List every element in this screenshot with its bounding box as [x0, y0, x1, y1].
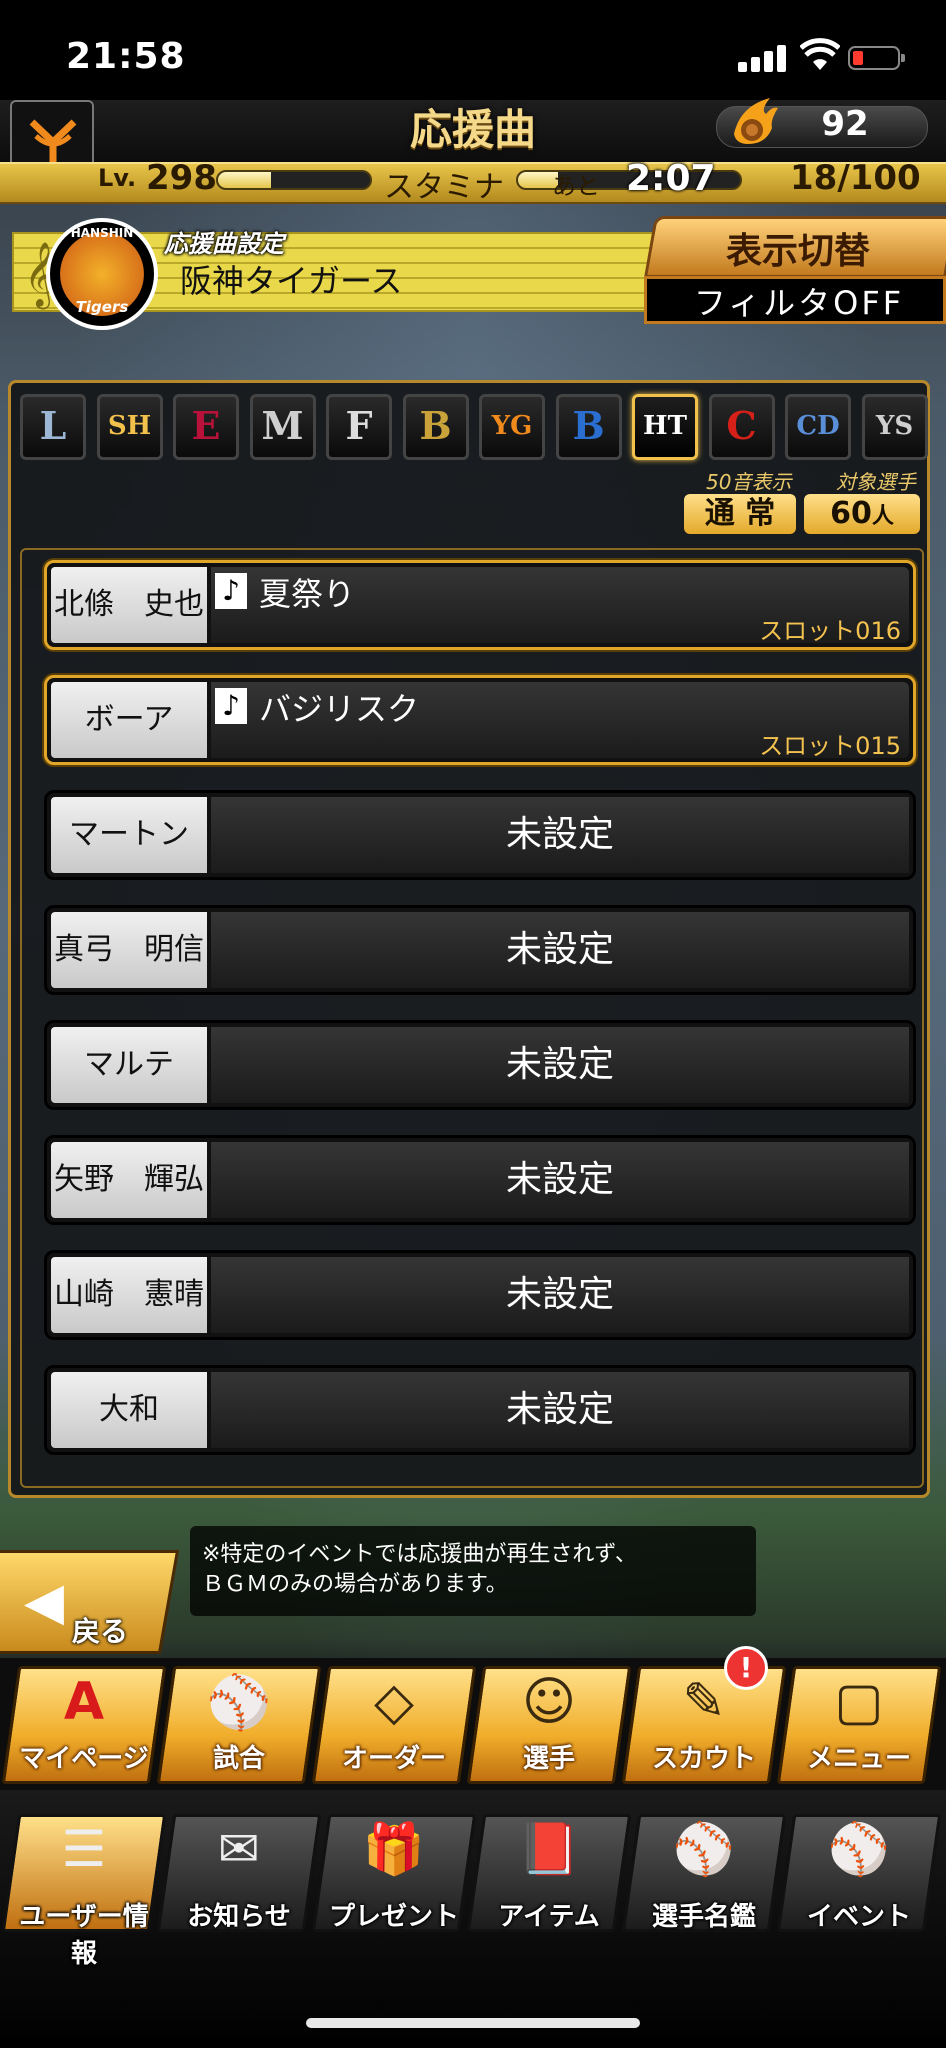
items-icon: 📕: [517, 1820, 581, 1878]
team-tab-carp[interactable]: C: [708, 394, 775, 460]
target-label: 対象選手: [836, 470, 916, 494]
team-name: 阪神タイガース: [180, 262, 403, 300]
player-name: 大和: [51, 1372, 207, 1448]
music-note-icon: ♪: [215, 573, 247, 609]
home-indicator[interactable]: [306, 2018, 640, 2028]
team-tab-tigers[interactable]: HT: [632, 394, 698, 460]
back-label: 戻る: [72, 1615, 129, 1648]
team-tab-eagles[interactable]: E: [173, 394, 239, 460]
display-switch-button[interactable]: 表示切替 フィルタOFF: [644, 216, 946, 326]
stamina-label: スタミナ: [384, 170, 504, 205]
player-name: ボーア: [51, 682, 207, 758]
menu-event-label: イベント: [806, 1902, 911, 1932]
menu-mypage-label: マイページ: [19, 1744, 149, 1774]
player-row[interactable]: 真弓 明信 未設定: [44, 905, 916, 995]
song-title: 夏祭り: [259, 575, 356, 613]
song-slot: スロット016: [759, 617, 901, 645]
recovery-timer: 2:07: [626, 158, 716, 199]
player-row[interactable]: ボーア ♪ バジリスクスロット015: [44, 675, 916, 765]
menu-players-label: 選手: [522, 1744, 575, 1774]
mypage-icon: A: [63, 1672, 105, 1732]
display-switch-label: 表示切替: [725, 231, 870, 272]
player-row[interactable]: マートン 未設定: [44, 790, 916, 880]
team-tab-marines[interactable]: M: [249, 394, 316, 460]
menu-player-book-label: 選手名鑑: [651, 1902, 756, 1932]
team-tab-baystars[interactable]: B: [555, 394, 622, 460]
event-icon: ⚾: [827, 1820, 891, 1878]
menu-scout-label: スカウト: [651, 1744, 756, 1774]
target-count-chip[interactable]: 60人: [804, 494, 920, 534]
menu-icon: ▢: [834, 1672, 884, 1732]
sort-toggle-button[interactable]: 通 常: [684, 494, 796, 534]
scout-alert-badge: !: [724, 1646, 768, 1690]
unset-status: 未設定: [211, 1372, 909, 1448]
team-tab-dragons[interactable]: CD: [785, 394, 851, 460]
stamina-count: 18/100: [790, 158, 921, 198]
match-icon: ⚾: [206, 1673, 272, 1733]
team-tab-fighters[interactable]: F: [326, 394, 392, 460]
back-button[interactable]: ◀ 戻る: [0, 1550, 180, 1658]
music-note-icon: ♪: [215, 688, 247, 724]
team-tab-giants[interactable]: YG: [479, 394, 545, 460]
player-name: マートン: [51, 797, 207, 873]
battery-icon: [848, 46, 905, 70]
exp-gauge: [216, 170, 372, 190]
player-row[interactable]: 大和 未設定: [44, 1365, 916, 1455]
player-name: 北條 史也: [51, 567, 207, 643]
order-icon: ◇: [374, 1672, 414, 1732]
team-tab-lions[interactable]: L: [20, 394, 86, 460]
menu-items-label: アイテム: [498, 1902, 600, 1932]
players-icon: ☺: [521, 1672, 577, 1732]
menu-menu-label: メニュー: [806, 1744, 911, 1774]
notice-box: ※特定のイベントでは応援曲が再生されず、 ＢＧＭのみの場合があります。: [190, 1526, 756, 1616]
menu-order-label: オーダー: [341, 1744, 446, 1774]
filter-status: フィルタOFF: [693, 284, 905, 322]
song-slot: スロット015: [759, 732, 901, 760]
recovery-label: あと: [552, 172, 600, 200]
notice-line-2: ＢＧＭのみの場合があります。: [202, 1572, 508, 1597]
unset-status: 未設定: [211, 912, 909, 988]
player-name: マルテ: [51, 1027, 207, 1103]
notice-line-1: ※特定のイベントでは応援曲が再生されず、: [202, 1542, 637, 1567]
wifi-icon: [800, 38, 840, 70]
present-icon: 🎁: [362, 1820, 426, 1878]
player-book-icon: ⚾: [672, 1820, 736, 1878]
team-tab-swallows[interactable]: YS: [861, 394, 928, 460]
signal-icon: [738, 44, 788, 72]
team-tab-buffaloes[interactable]: B: [402, 394, 469, 460]
level-label: Lv.: [98, 164, 137, 192]
unset-status: 未設定: [211, 1257, 909, 1333]
unset-status: 未設定: [211, 1142, 909, 1218]
team-tab-hawks[interactable]: SH: [96, 394, 163, 460]
player-name: 矢野 輝弘: [51, 1142, 207, 1218]
notices-icon: ✉: [218, 1820, 260, 1878]
player-row[interactable]: 山崎 憲晴 未設定: [44, 1250, 916, 1340]
menu-present-label: プレゼント: [328, 1902, 459, 1932]
song-title: バジリスク: [259, 690, 420, 728]
arrow-left-icon: ◀: [24, 1572, 64, 1632]
user-info-icon: ☰: [61, 1820, 107, 1878]
unset-status: 未設定: [211, 1027, 909, 1103]
level-value: 298: [146, 158, 217, 198]
player-row[interactable]: 北條 史也 ♪ 夏祭りスロット016: [44, 560, 916, 650]
menu-match-label: 試合: [212, 1744, 265, 1774]
setting-label: 応援曲設定: [164, 230, 284, 258]
player-name: 真弓 明信: [51, 912, 207, 988]
player-row[interactable]: マルテ 未設定: [44, 1020, 916, 1110]
sort-label: 50音表示: [706, 470, 792, 494]
player-row[interactable]: 矢野 輝弘 未設定: [44, 1135, 916, 1225]
unset-status: 未設定: [211, 797, 909, 873]
player-name: 山崎 憲晴: [51, 1257, 207, 1333]
fire-ball-icon: [734, 98, 778, 144]
menu-user-info-label: ユーザー情報: [19, 1902, 149, 1969]
stone-count: 92: [821, 104, 869, 144]
menu-notices-label: お知らせ: [187, 1902, 291, 1932]
tigers-logo: HANSHIN Tigers: [46, 218, 158, 330]
clock: 21:58: [66, 36, 186, 77]
